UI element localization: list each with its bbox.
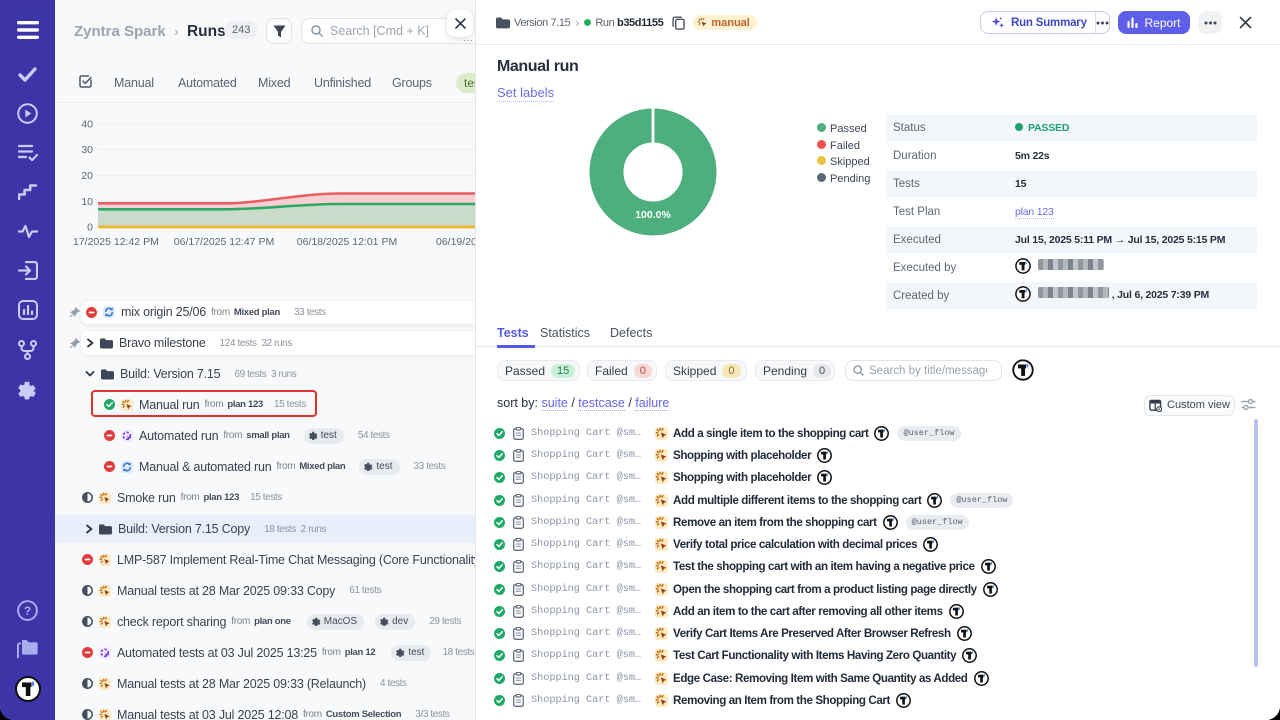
svg-text:06/18/2025 12:01 PM: 06/18/2025 12:01 PM (297, 236, 397, 248)
svg-text:0: 0 (87, 222, 93, 234)
svg-text:20: 20 (81, 170, 93, 182)
svg-text:06/19/2025: 06/19/2025 (436, 236, 476, 248)
svg-text:06/17/2025 12:47 PM: 06/17/2025 12:47 PM (174, 236, 274, 248)
svg-text:100.0%: 100.0% (635, 209, 671, 221)
svg-text:40: 40 (81, 119, 93, 131)
svg-text:30: 30 (81, 144, 93, 156)
svg-text:17/2025 12:42 PM: 17/2025 12:42 PM (73, 236, 159, 248)
svg-text:10: 10 (81, 196, 93, 208)
svg-text:?: ? (24, 604, 31, 618)
